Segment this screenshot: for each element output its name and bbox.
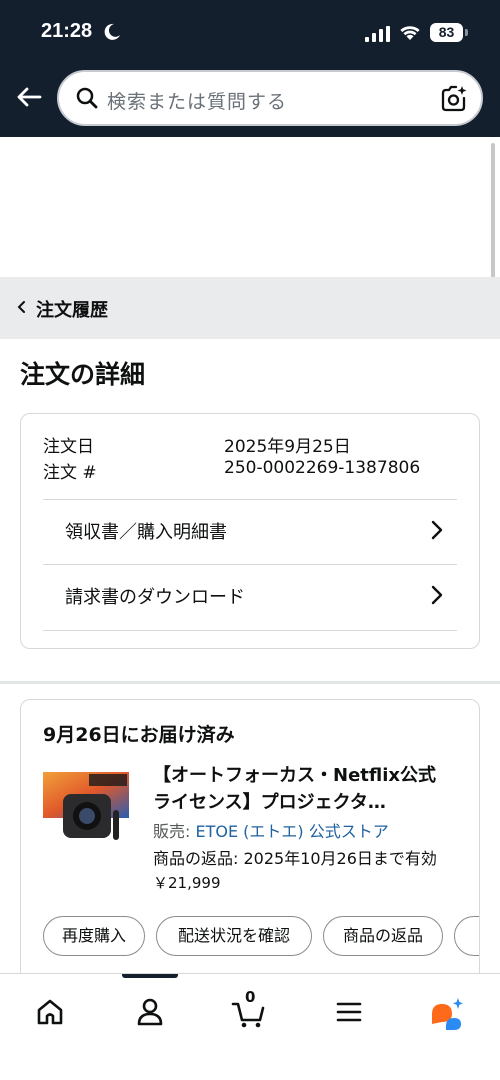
return-item-button[interactable]: 商品の返品	[323, 916, 443, 956]
order-date-label: 注文日	[43, 437, 94, 457]
search-icon	[76, 87, 98, 109]
product-image[interactable]	[43, 770, 129, 846]
order-info-card: 注文日 2025年9月25日 注文 # 250-0002269-1387806 …	[20, 413, 480, 649]
chevron-right-icon	[431, 585, 443, 605]
ad-placeholder	[0, 137, 500, 277]
seller-link[interactable]: ETOE (エトエ) 公式ストア	[195, 822, 388, 841]
home-icon[interactable]	[30, 992, 70, 1032]
cart-count: 0	[245, 988, 256, 1006]
search-bar[interactable]: 検索または質問する	[57, 70, 483, 126]
breadcrumb[interactable]: 注文履歴	[0, 277, 500, 339]
status-bar: 21:28 83	[0, 20, 500, 48]
cell-signal-icon	[365, 26, 390, 42]
delivery-status: 9月26日にお届け済み	[43, 724, 235, 746]
moon-icon	[104, 23, 120, 40]
invoice-download-link[interactable]: 請求書のダウンロード	[43, 565, 457, 629]
app-header: 21:28 83 検索または質問する	[0, 0, 500, 137]
receipt-link-label: 領収書／購入明細書	[65, 522, 227, 543]
battery-indicator: 83	[430, 23, 463, 42]
price: ￥21,999	[153, 874, 221, 892]
product-title[interactable]: 【オートフォーカス・Netflix公式ライセンス】プロジェクタ…	[153, 762, 453, 816]
bottom-nav: 0	[0, 973, 500, 1080]
shipment-card: 9月26日にお届け済み 【オートフォーカス・Netflix公式ライセンス】プロジ…	[20, 699, 480, 989]
chevron-left-icon	[17, 301, 25, 313]
account-icon[interactable]	[130, 992, 170, 1032]
battery-tip	[465, 29, 468, 36]
track-package-button[interactable]: 配送状況を確認	[156, 916, 312, 956]
buy-again-button[interactable]: 再度購入	[43, 916, 145, 956]
active-tab-indicator	[122, 974, 178, 978]
invoice-link-label: 請求書のダウンロード	[65, 587, 245, 608]
seller-label: 販売:	[153, 822, 196, 841]
rufus-icon[interactable]	[428, 992, 468, 1032]
chevron-right-icon	[431, 520, 443, 540]
divider	[43, 630, 457, 631]
wifi-icon	[400, 26, 420, 40]
return-window: 商品の返品: 2025年10月26日まで有効	[153, 849, 437, 868]
breadcrumb-label[interactable]: 注文履歴	[36, 296, 108, 322]
seller-info: 販売: ETOE (エトエ) 公式ストア	[153, 818, 389, 842]
camera-search-icon[interactable]	[439, 83, 469, 113]
page-title: 注文の詳細	[20, 360, 146, 389]
cart-button[interactable]: 0	[230, 988, 270, 1032]
search-input[interactable]: 検索または質問する	[107, 87, 287, 114]
order-number-value: 250-0002269-1387806	[224, 458, 421, 478]
status-time: 21:28	[41, 20, 93, 42]
receipt-link[interactable]: 領収書／購入明細書	[43, 500, 457, 564]
section-divider	[0, 681, 500, 684]
order-number-label: 注文 #	[43, 463, 97, 483]
menu-icon[interactable]	[329, 992, 369, 1032]
order-date-value: 2025年9月25日	[224, 437, 351, 457]
back-arrow-icon[interactable]	[14, 82, 44, 112]
more-action-button[interactable]	[454, 916, 479, 956]
